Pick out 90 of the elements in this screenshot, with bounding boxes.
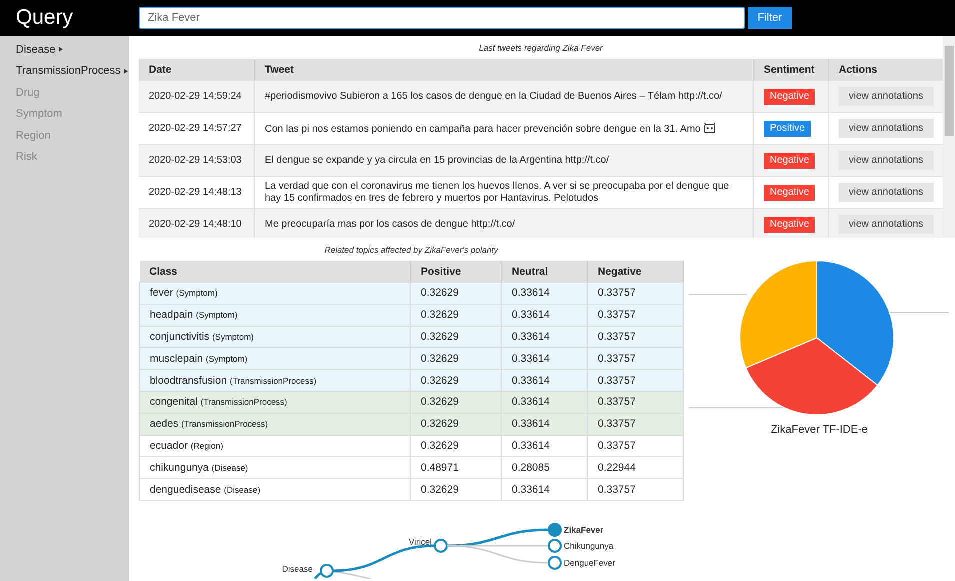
- table-cell: conjunctivitis (Symptom): [140, 326, 410, 348]
- table-cell: ecuador (Region): [140, 435, 410, 457]
- table-cell: 0.32629: [410, 391, 502, 414]
- table-cell: 2020-02-29 14:53:03: [139, 144, 254, 176]
- table-cell: denguedisease (Disease): [140, 478, 410, 500]
- table-cell: 0.32629: [410, 435, 502, 457]
- table-cell: 0.33757: [588, 435, 684, 457]
- tree-link: [314, 572, 322, 579]
- table-cell: congenital (TransmissionProcess): [140, 391, 410, 414]
- column-header: Date: [139, 59, 254, 80]
- tweet-text: #periodismovivo Subieron a 165 los casos de dengue en la Ciudad de Buenos Aires – Télam http://t.co/: [265, 90, 722, 102]
- tree-label: Disease: [282, 564, 313, 574]
- sentiment-badge: Negative: [764, 184, 816, 200]
- column-header: Positive: [410, 261, 502, 282]
- sidebar-item[interactable]: Disease: [16, 44, 56, 56]
- column-header: Neutral: [502, 261, 588, 282]
- chart-title: ZikaFever TF-IDE-e: [771, 424, 868, 436]
- table-cell: 0.33614: [502, 478, 588, 500]
- table-cell: 0.33757: [588, 348, 684, 370]
- tree-node[interactable]: [548, 538, 562, 553]
- leader-line: [688, 294, 748, 296]
- tree-label: Chikungunya: [564, 540, 614, 551]
- sentiment-badge: Negative: [764, 216, 816, 232]
- tweet-text: El dengue se expande y ya circula en 15 provincias de la Argentina http://t.co/: [265, 154, 610, 166]
- table-cell: musclepain (Symptom): [140, 348, 410, 370]
- filter-button[interactable]: Filter: [748, 7, 792, 29]
- table-cell: 0.32629: [410, 348, 502, 370]
- table-cell: 0.33757: [588, 326, 684, 348]
- table-cell: 0.33757: [588, 370, 684, 392]
- column-header: Tweet: [254, 59, 754, 80]
- app-logo: Query: [15, 6, 74, 30]
- table-cell: 0.28085: [502, 456, 588, 479]
- table-cell: 2020-02-29 14:48:13: [139, 176, 254, 208]
- table-caption: Related topics affected by ZikaFever's polarity: [324, 244, 500, 257]
- sentiment-badge: Negative: [764, 88, 816, 104]
- tree-node[interactable]: [548, 522, 562, 537]
- table-cell: 0.32629: [410, 370, 502, 392]
- table-cell: 0.33614: [502, 413, 588, 436]
- column-header: Actions: [828, 59, 943, 80]
- tree-node[interactable]: [434, 538, 448, 553]
- table-cell: 0.33757: [588, 413, 684, 436]
- table-cell: 2020-02-29 14:57:27: [139, 112, 254, 144]
- table-cell: 2020-02-29 14:59:24: [139, 80, 254, 112]
- table-cell: 0.48971: [410, 456, 502, 479]
- table-cell: 2020-02-29 14:48:10: [139, 208, 254, 238]
- table-cell: 0.32629: [410, 326, 502, 348]
- sidebar-item[interactable]: TransmissionProcess: [16, 65, 121, 78]
- table-cell: headpain (Symptom): [140, 304, 410, 326]
- table-cell: 0.33757: [588, 391, 684, 414]
- table-cell: 0.32629: [410, 282, 502, 304]
- view-annotations-button[interactable]: view annotations: [839, 151, 934, 170]
- view-annotations-button[interactable]: view annotations: [839, 215, 934, 234]
- table-cell: 0.32629: [410, 478, 502, 500]
- sentiment-badge: Negative: [764, 152, 816, 168]
- table-cell: 0.33614: [502, 391, 588, 414]
- view-annotations-button[interactable]: view annotations: [839, 183, 934, 202]
- table-cell: 0.33614: [502, 326, 588, 348]
- table-cell: 0.33757: [588, 478, 684, 500]
- table-cell: 0.33614: [502, 304, 588, 326]
- tree-label: Viricel: [409, 536, 432, 547]
- table-cell: 0.33614: [502, 370, 588, 392]
- sentiment-badge: Positive: [764, 120, 812, 136]
- tree-label: ZikaFever: [564, 524, 604, 535]
- search-field[interactable]: Zika Fever: [139, 7, 745, 29]
- column-header: Class: [140, 261, 410, 282]
- table-cell: fever (Symptom): [140, 282, 410, 304]
- tweet-text: Con las pi nos estamos poniendo en campaña para hacer prevención sobre dengue en la 31. Amo: [265, 124, 701, 134]
- table-cell: 0.33757: [588, 282, 684, 304]
- table-cell: aedes (TransmissionProcess): [140, 413, 410, 436]
- view-annotations-button[interactable]: view annotations: [839, 119, 934, 138]
- table-cell: 0.32629: [410, 413, 502, 436]
- tree-node[interactable]: [548, 556, 562, 570]
- table-cell: 0.32629: [410, 304, 502, 326]
- view-annotations-button[interactable]: view annotations: [839, 87, 934, 106]
- table-cell: 0.33614: [502, 348, 588, 370]
- table-cell: chikungunya (Disease): [140, 456, 410, 479]
- column-header: Negative: [588, 261, 684, 282]
- table-cell: bloodtransfusion (TransmissionProcess): [140, 370, 410, 392]
- column-header: Sentiment: [754, 59, 828, 80]
- table-cell: 0.22944: [588, 456, 684, 479]
- tree-label: DengueFever: [564, 558, 616, 568]
- table-cell: 0.33614: [502, 435, 588, 457]
- table-cell: 0.33757: [588, 304, 684, 326]
- table-cell: 0.33614: [502, 282, 588, 304]
- table-caption: Last tweets regarding Zika Fever: [478, 42, 604, 55]
- scrollbar[interactable]: [943, 36, 955, 238]
- emoji-icon: [704, 122, 716, 134]
- tweet-text: La verdad que con el coronavirus me tienen los huevos llenos. A ver si se preocupaba por el dengue que hay 15 confirmados en tres de febrero y muertos por Hantavirus. Pelotudos: [265, 180, 730, 204]
- tree-node[interactable]: [320, 564, 334, 578]
- tweet-text: Me preocuparía mas por los casos de dengue http://t.co/: [265, 218, 516, 230]
